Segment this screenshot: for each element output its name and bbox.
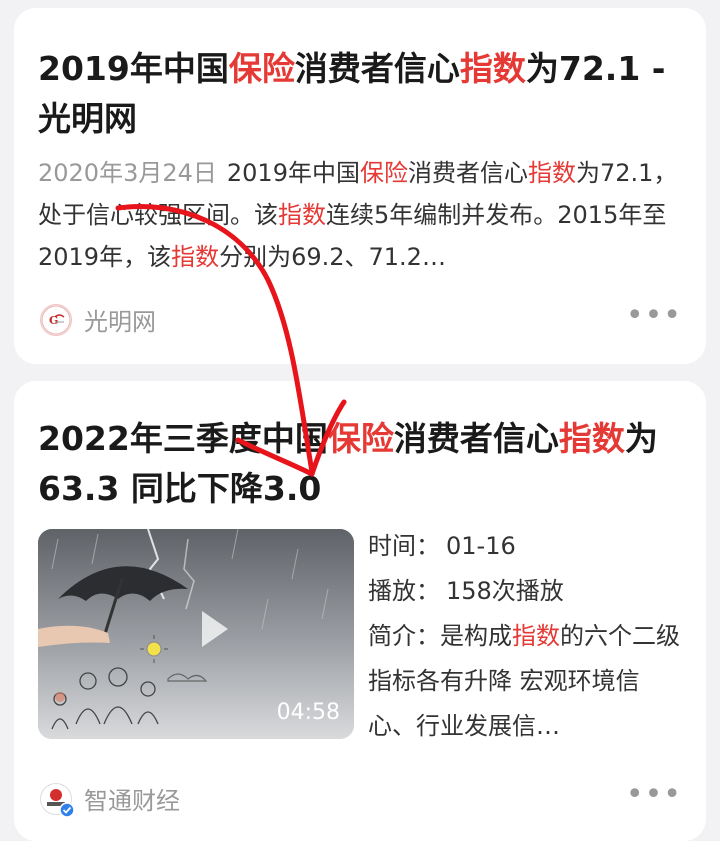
video-plays-row: 播放： 158次播放 [368, 569, 680, 614]
title-highlight: 保险 [327, 419, 394, 458]
time-value: 01-16 [446, 532, 516, 560]
title-text: 2019年中国 [38, 49, 229, 88]
title-highlight: 指数 [558, 419, 625, 458]
result-source[interactable]: 智通财经 [40, 781, 180, 818]
publish-date: 2020年3月24日 [38, 159, 217, 187]
video-thumbnail[interactable]: 04:58 [38, 529, 354, 739]
result-title[interactable]: 2022年三季度中国保险消费者信心指数为63.3 同比下降3.0 [38, 414, 680, 514]
video-duration: 04:58 [276, 700, 340, 725]
plays-value: 158次播放 [446, 577, 564, 605]
snippet-highlight: 指数 [171, 243, 220, 271]
video-intro: 简介：是构成指数的六个二级指标各有升降 宏观环境信心、行业发展信… [368, 614, 680, 794]
video-result-card[interactable]: 2022年三季度中国保险消费者信心指数为63.3 同比下降3.0 04:58 时… [14, 381, 706, 841]
source-logo-icon: G [41, 305, 71, 334]
title-highlight: 保险 [228, 49, 295, 88]
result-snippet: 2020年3月24日 2019年中国保险消费者信心指数为72.1，处于信心较强区间… [38, 152, 678, 278]
title-highlight: 指数 [459, 49, 526, 88]
result-title[interactable]: 2019年中国保险消费者信心指数为72.1 - 光明网 [38, 44, 680, 144]
plays-label: 播放： [368, 577, 440, 605]
verified-badge-icon [59, 801, 75, 818]
title-text: 消费者信心 [294, 49, 460, 88]
source-name: 光明网 [84, 308, 156, 336]
snippet-highlight: 指数 [278, 201, 326, 229]
search-result-card[interactable]: 2019年中国保险消费者信心指数为72.1 - 光明网 2020年3月24日 20… [14, 8, 706, 364]
intro-text: 是构成 [440, 622, 512, 650]
snippet-text: 分别为69.2、71.2… [219, 243, 446, 271]
snippet-text: 2019年中国 [226, 159, 360, 187]
more-icon[interactable]: ••• [626, 301, 682, 331]
snippet-highlight: 指数 [527, 159, 576, 187]
video-time-row: 时间： 01-16 [368, 524, 680, 569]
intro-highlight: 指数 [512, 622, 560, 650]
source-name: 智通财经 [84, 787, 180, 815]
source-logo [40, 782, 75, 818]
more-icon[interactable]: ••• [626, 780, 682, 810]
source-logo: G [40, 303, 72, 336]
result-source[interactable]: G 光明网 [40, 302, 156, 337]
snippet-highlight: 保险 [359, 159, 408, 187]
video-info: 时间： 01-16 播放： 158次播放 简介：是构成指数的六个二级指标各有升降 宏… [368, 524, 680, 794]
title-text: 2022年三季度中国 [38, 419, 328, 458]
time-label: 时间： [368, 532, 440, 560]
title-text: 消费者信心 [393, 419, 559, 458]
snippet-text: 消费者信心 [407, 159, 528, 187]
intro-label: 简介： [368, 622, 440, 650]
